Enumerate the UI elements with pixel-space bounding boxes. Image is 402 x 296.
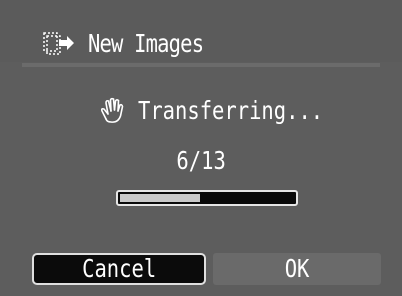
cancel-button[interactable]: Cancel xyxy=(32,253,206,285)
header-divider xyxy=(22,63,380,67)
cancel-button-label: Cancel xyxy=(81,254,157,283)
progress-fill xyxy=(120,194,200,202)
dialog-title: New Images xyxy=(88,29,204,58)
dialog-header: New Images xyxy=(0,0,402,62)
status-text: Transferring... xyxy=(138,96,324,125)
progress-counter: 6/13 xyxy=(0,146,402,176)
ok-button-label: OK xyxy=(284,254,310,283)
transfer-dialog: New Images Transferring... 6/13 Cancel O… xyxy=(0,0,402,296)
progress-counter-label: 6/13 xyxy=(176,146,226,175)
ok-button[interactable]: OK xyxy=(213,253,381,285)
hand-icon xyxy=(100,97,124,123)
progress-bar xyxy=(116,190,298,206)
transfer-images-icon xyxy=(43,32,74,55)
